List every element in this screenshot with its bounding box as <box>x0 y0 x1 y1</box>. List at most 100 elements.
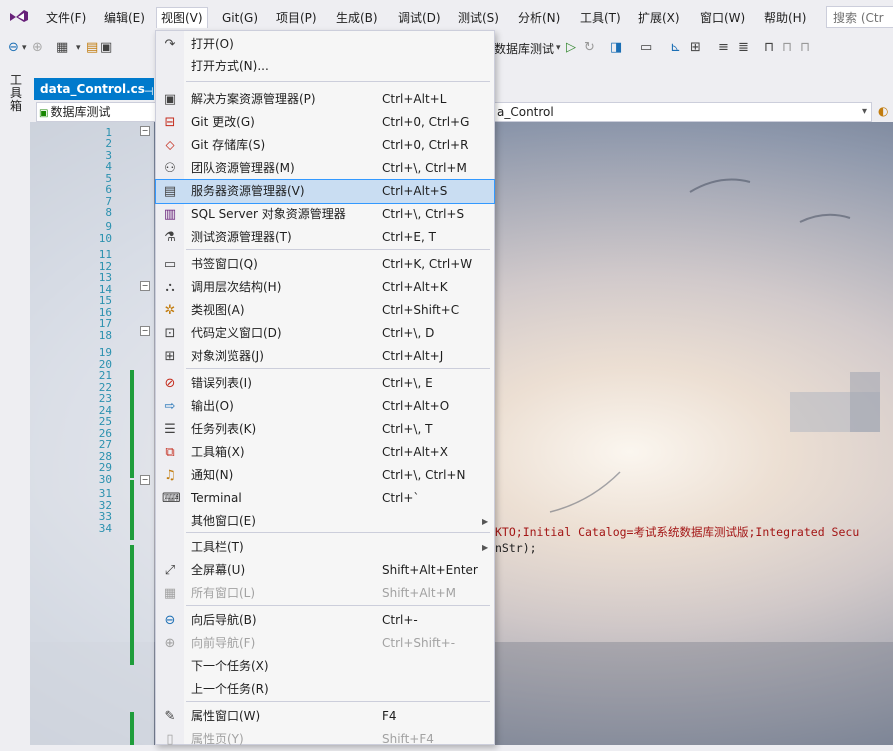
menu-help[interactable]: 帮助(H) <box>760 8 810 28</box>
menu-separator <box>186 605 490 606</box>
browser-link-icon[interactable]: ◨ <box>610 40 622 55</box>
full-screen-icon: ⤢ <box>164 563 176 578</box>
menu-item-5[interactable]: ⬦ Git 存储库(S) Ctrl+0, Ctrl+R <box>156 134 494 157</box>
menu-item-shortcut: Ctrl+Shift+C <box>382 303 460 317</box>
navigate-forward-icon: ⊕ <box>164 636 176 651</box>
bookmark-icon[interactable]: ⊓ <box>764 40 774 55</box>
menu-item-23[interactable]: ⤢ 全屏幕(U) Shift+Alt+Enter <box>156 559 494 582</box>
line-number: 6 <box>105 183 112 196</box>
fold-toggle-icon[interactable]: − <box>140 126 150 136</box>
window-layout-icon[interactable]: ▭ <box>640 40 652 55</box>
menu-item-20[interactable]: ⌨ Terminal Ctrl+` <box>156 487 494 510</box>
menu-item-29[interactable]: ✎ 属性窗口(W) F4 <box>156 705 494 728</box>
dropdown-arrow-icon[interactable]: ▾ <box>556 43 561 53</box>
code-line-23[interactable]: nStr); <box>495 541 537 555</box>
test-explorer-icon: ⚗ <box>164 230 176 245</box>
menu-extensions[interactable]: 扩展(X) <box>634 8 684 28</box>
comment-icon[interactable]: ≡ <box>718 40 729 55</box>
search-box[interactable]: 搜索 (Ctr <box>826 6 893 28</box>
menu-item-16[interactable]: ⇨ 输出(O) Ctrl+Alt+O <box>156 395 494 418</box>
menu-build[interactable]: 生成(B) <box>332 8 382 28</box>
menu-item-shortcut: Ctrl+\, D <box>382 326 435 340</box>
menu-item-label: SQL Server 对象资源管理器 <box>191 207 346 221</box>
fold-toggle-icon[interactable]: − <box>140 326 150 336</box>
menu-item-3[interactable]: ▣ 解决方案资源管理器(P) Ctrl+Alt+L <box>156 88 494 111</box>
menu-item-shortcut: Ctrl+Alt+X <box>382 445 448 459</box>
menu-item-8[interactable]: ▥ SQL Server 对象资源管理器 Ctrl+\, Ctrl+S <box>156 203 494 226</box>
menu-item-shortcut: Ctrl+0, Ctrl+R <box>382 138 469 152</box>
line-number: 15 <box>98 294 112 307</box>
line-number: 9 <box>105 220 112 233</box>
menu-item-4[interactable]: ⊟ Git 更改(G) Ctrl+0, Ctrl+G <box>156 111 494 134</box>
uncomment-icon[interactable]: ≣ <box>738 40 749 55</box>
member-combo[interactable]: a_Control ▾ <box>494 102 872 122</box>
menu-item-7[interactable]: ▤ 服务器资源管理器(V) Ctrl+Alt+S <box>155 179 495 204</box>
menu-item-30: ▯ 属性页(Y) Shift+F4 <box>156 728 494 751</box>
open-file-icon[interactable]: ▤ <box>86 40 98 55</box>
menu-file[interactable]: 文件(F) <box>42 8 90 28</box>
save-icon[interactable]: ▣ <box>100 40 112 55</box>
startup-project-combo[interactable]: 数据库测试 <box>494 40 554 57</box>
menu-item-label: 上一个任务(R) <box>191 682 269 696</box>
menu-item-21[interactable]: 其他窗口(E) ▶ <box>156 510 494 533</box>
menu-test[interactable]: 测试(S) <box>454 8 503 28</box>
menu-item-13[interactable]: ⊡ 代码定义窗口(D) Ctrl+\, D <box>156 322 494 345</box>
prev-bookmark-icon[interactable]: ⊓ <box>782 40 792 55</box>
menu-tools[interactable]: 工具(T) <box>576 8 625 28</box>
start-debugging-icon[interactable]: ▷ <box>566 40 576 55</box>
menu-item-6[interactable]: ⚇ 团队资源管理器(M) Ctrl+\, Ctrl+M <box>156 157 494 180</box>
menu-separator <box>186 249 490 250</box>
menu-item-label: 打开方式(N)... <box>191 59 269 73</box>
document-tab[interactable]: data_Control.cs ⊣ <box>34 78 154 100</box>
menu-item-label: 类视图(A) <box>191 303 245 317</box>
menu-item-15[interactable]: ⊘ 错误列表(I) Ctrl+\, E <box>156 372 494 395</box>
menu-item-9[interactable]: ⚗ 测试资源管理器(T) Ctrl+E, T <box>156 226 494 249</box>
menu-item-14[interactable]: ⊞ 对象浏览器(J) Ctrl+Alt+J <box>156 345 494 368</box>
menu-item-shortcut: Shift+F4 <box>382 732 434 746</box>
menu-item-25[interactable]: ⊖ 向后导航(B) Ctrl+- <box>156 609 494 632</box>
menu-item-17[interactable]: ☰ 任务列表(K) Ctrl+\, T <box>156 418 494 441</box>
menu-item-10[interactable]: ▭ 书签窗口(Q) Ctrl+K, Ctrl+W <box>156 253 494 276</box>
menu-item-label: 对象浏览器(J) <box>191 349 264 363</box>
menu-item-27[interactable]: 下一个任务(X) <box>156 655 494 678</box>
dropdown-arrow-icon[interactable]: ▾ <box>22 43 27 53</box>
step-into-icon[interactable]: ⊾ <box>670 40 681 55</box>
menu-item-2[interactable]: 打开方式(N)... <box>156 55 494 78</box>
line-number: 19 <box>98 346 112 359</box>
fold-toggle-icon[interactable]: − <box>140 281 150 291</box>
menu-item-12[interactable]: ✲ 类视图(A) Ctrl+Shift+C <box>156 299 494 322</box>
menu-edit[interactable]: 编辑(E) <box>100 8 149 28</box>
code-line-22[interactable]: KTO;Initial Catalog=考试系统数据库测试版;Integrate… <box>495 524 859 540</box>
fold-toggle-icon[interactable]: − <box>140 475 150 485</box>
menu-item-18[interactable]: ⧉ 工具箱(X) Ctrl+Alt+X <box>156 441 494 464</box>
menu-item-shortcut: Ctrl+\, Ctrl+N <box>382 468 466 482</box>
step-over-icon[interactable]: ⊞ <box>690 40 701 55</box>
member-combo-value: a_Control <box>497 105 554 119</box>
new-project-icon[interactable]: ▦ <box>56 40 68 55</box>
menu-analyze[interactable]: 分析(N) <box>514 8 564 28</box>
scope-combo[interactable]: ▣ 数据库测试 <box>36 102 156 122</box>
navigate-forward-icon[interactable]: ⊕ <box>32 40 43 55</box>
dropdown-arrow-icon[interactable]: ▾ <box>76 43 81 53</box>
menu-item-shortcut: Ctrl+Alt+K <box>382 280 448 294</box>
side-tool-strip <box>0 64 30 745</box>
member-icon: ◐ <box>878 104 889 118</box>
hot-reload-icon[interactable]: ↻ <box>584 40 595 55</box>
toolbox-tab[interactable]: 工具箱 <box>10 74 24 113</box>
menu-item-11[interactable]: ⛬ 调用层次结构(H) Ctrl+Alt+K <box>156 276 494 299</box>
menu-view[interactable]: 视图(V) <box>156 7 208 28</box>
next-bookmark-icon[interactable]: ⊓ <box>800 40 810 55</box>
menu-item-19[interactable]: ♫ 通知(N) Ctrl+\, Ctrl+N <box>156 464 494 487</box>
menu-git[interactable]: Git(G) <box>218 8 262 28</box>
menu-item-label: 工具栏(T) <box>191 540 244 554</box>
menu-debug[interactable]: 调试(D) <box>394 8 445 28</box>
menu-item-1[interactable]: ↷ 打开(O) <box>156 33 494 56</box>
menu-project[interactable]: 项目(P) <box>272 8 321 28</box>
menu-window[interactable]: 窗口(W) <box>696 8 749 28</box>
menu-item-22[interactable]: 工具栏(T) ▶ <box>156 536 494 559</box>
menu-item-28[interactable]: 上一个任务(R) <box>156 678 494 701</box>
change-indicator <box>130 370 134 478</box>
menu-item-label: 任务列表(K) <box>191 422 257 436</box>
navigate-back-icon[interactable]: ⊖ <box>8 40 19 55</box>
menu-item-label: 所有窗口(L) <box>191 586 256 600</box>
